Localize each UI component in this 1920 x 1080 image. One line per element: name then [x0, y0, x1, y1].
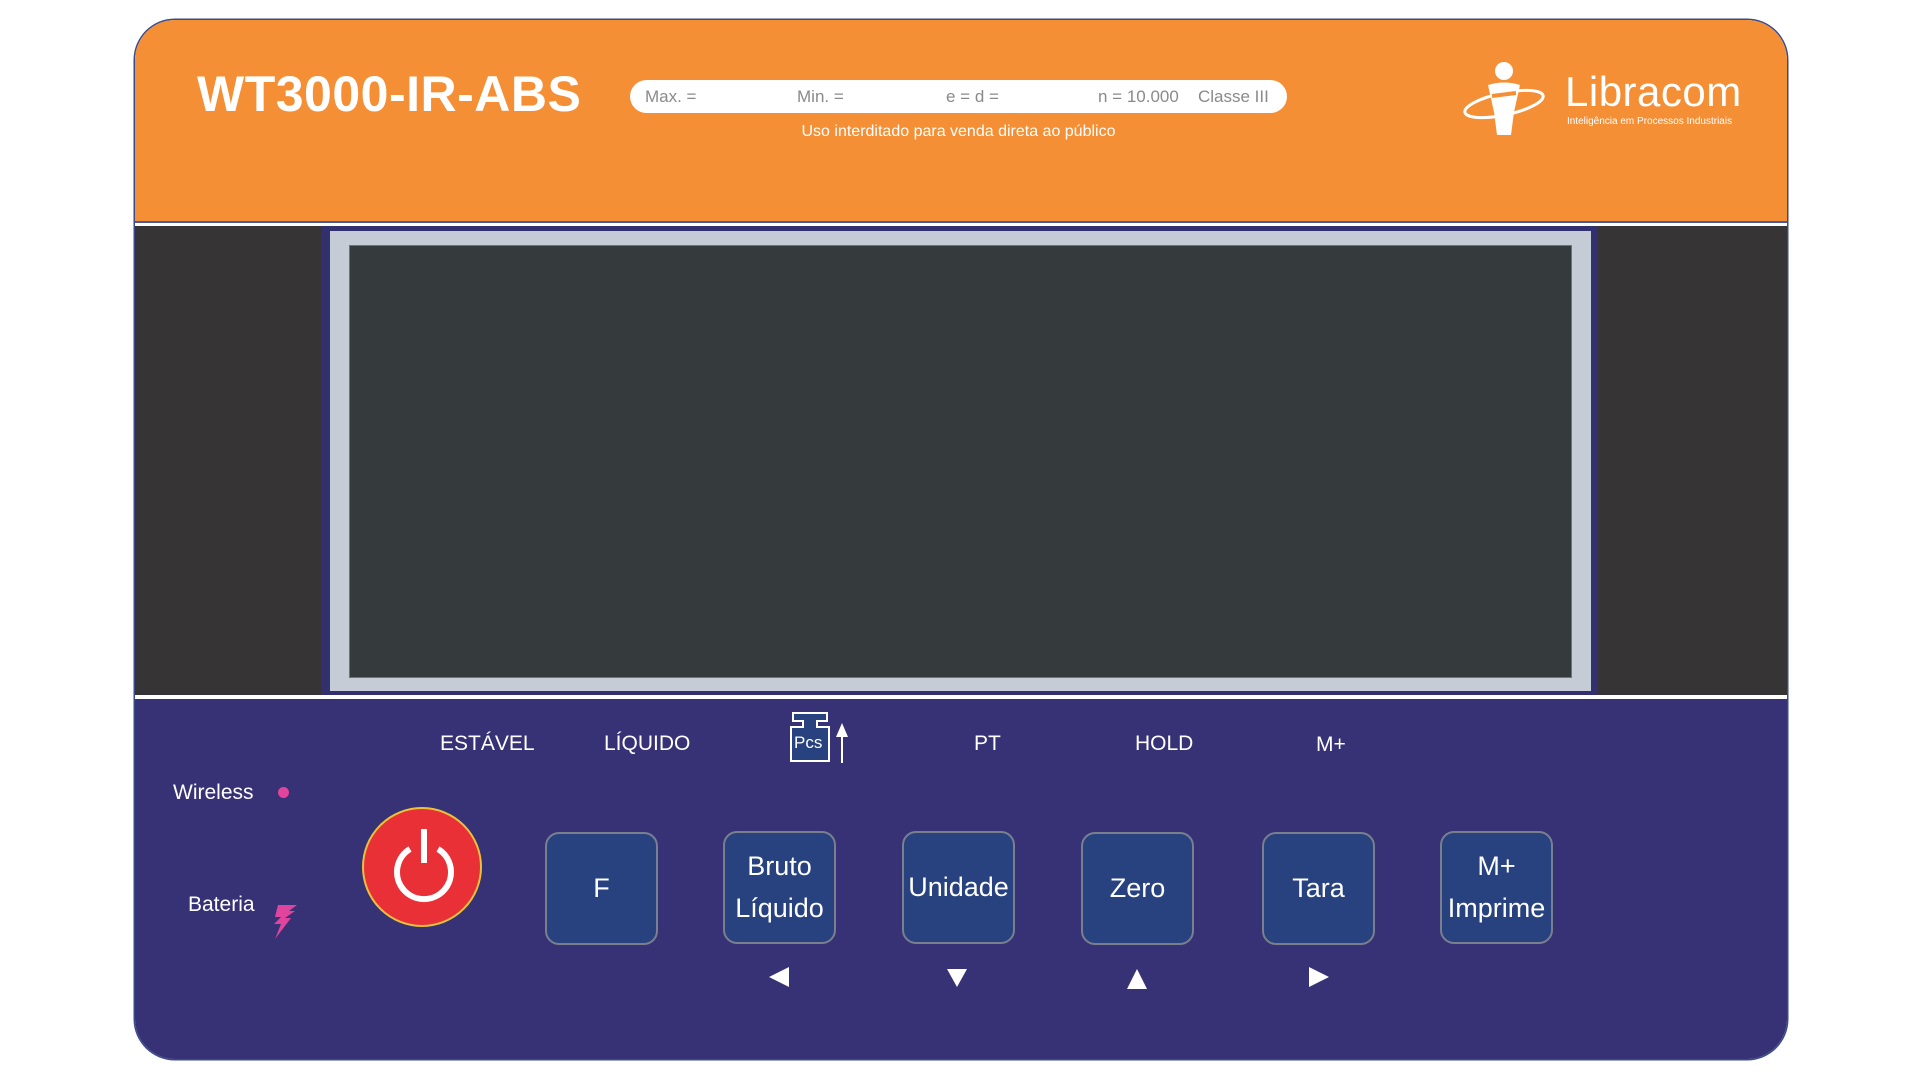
arrow-right-icon	[1309, 967, 1329, 987]
power-icon	[394, 829, 454, 903]
battery-bolt-icon	[274, 905, 297, 939]
power-button[interactable]	[362, 807, 482, 927]
spec-class: Classe III	[1198, 87, 1269, 106]
logo-tagline: Inteligência em Processos Industriais	[1567, 116, 1733, 127]
m-plus-imprime-label-2: Imprime	[1447, 892, 1546, 923]
bruto-liquido-button[interactable]: Bruto Líquido	[723, 831, 836, 944]
keypad: ESTÁVEL LÍQUIDO Pcs PT HOLD M+ Wireless …	[135, 699, 1787, 1059]
battery-label: Bateria	[188, 893, 255, 916]
person-orbit-logo-icon	[1463, 62, 1545, 135]
wireless-label: Wireless	[173, 781, 254, 804]
scale-indicator-panel: WT3000-IR-ABS Max. = Min. = e = d = n = …	[135, 20, 1787, 1059]
bruto-liquido-label-2: Líquido	[735, 892, 824, 923]
metrology-spec-plate: Max. = Min. = e = d = n = 10.000 Classe …	[630, 80, 1287, 113]
f-button[interactable]: F	[545, 832, 658, 945]
usage-note: Uso interditado para venda direta ao púb…	[801, 123, 1116, 140]
lcd-frame	[321, 226, 1598, 695]
spec-e-d: e = d =	[946, 87, 999, 106]
arrow-up-icon	[1127, 969, 1147, 989]
status-stable: ESTÁVEL	[440, 732, 535, 755]
unidade-label: Unidade	[908, 871, 1009, 902]
zero-button[interactable]: Zero	[1081, 832, 1194, 945]
status-pt: PT	[974, 732, 1001, 755]
m-plus-imprime-label-1: M+	[1477, 850, 1516, 881]
spec-max: Max. =	[645, 87, 697, 106]
libracom-logo: Libracom Inteligência em Processos Indus…	[1460, 60, 1760, 140]
display-area	[135, 226, 1787, 695]
model-title: WT3000-IR-ABS	[197, 66, 582, 122]
tara-label: Tara	[1292, 872, 1345, 903]
arrow-up-icon	[836, 723, 848, 763]
pcs-label: Pcs	[794, 733, 823, 752]
status-m-plus: M+	[1316, 733, 1346, 756]
logo-wordmark: Libracom	[1565, 68, 1742, 115]
tara-button[interactable]: Tara	[1262, 832, 1375, 945]
arrow-down-icon	[947, 969, 967, 987]
zero-label: Zero	[1109, 872, 1166, 903]
status-pcs: Pcs	[789, 711, 851, 763]
arrow-left-icon	[769, 967, 789, 987]
status-net: LÍQUIDO	[604, 732, 691, 755]
unidade-button[interactable]: Unidade	[902, 831, 1015, 944]
m-plus-imprime-button[interactable]: M+ Imprime	[1440, 831, 1553, 944]
f-button-label: F	[593, 872, 610, 903]
status-hold: HOLD	[1135, 732, 1194, 755]
lcd-screen	[349, 245, 1572, 678]
spec-min: Min. =	[797, 87, 844, 106]
lcd-bezel	[330, 231, 1591, 691]
bruto-liquido-label-1: Bruto	[747, 850, 812, 881]
header-band: WT3000-IR-ABS Max. = Min. = e = d = n = …	[135, 20, 1787, 223]
wireless-led-icon	[278, 787, 289, 798]
spec-n: n = 10.000	[1098, 87, 1179, 106]
